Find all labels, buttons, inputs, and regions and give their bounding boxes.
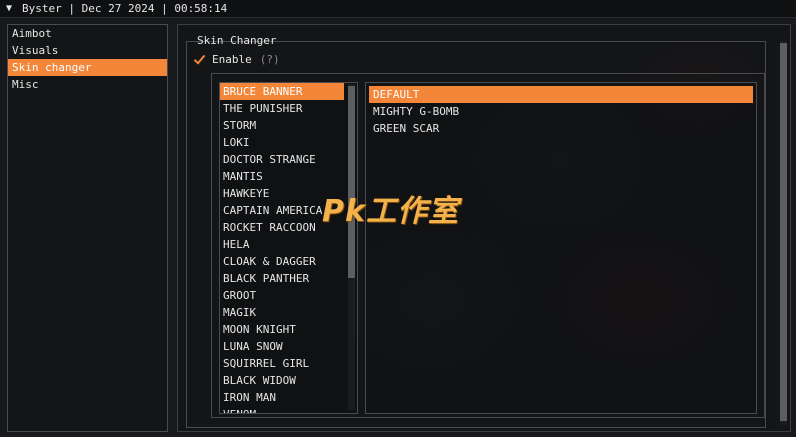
hero-list-scroll-thumb[interactable] — [348, 86, 355, 278]
hero-list-item[interactable]: MOON KNIGHT — [220, 321, 357, 338]
hero-list[interactable]: BRUCE BANNER THE PUNISHER STORM LOKI DOCTOR … — [219, 82, 358, 414]
sidebar-item-skin-changer[interactable]: Skin changer — [8, 59, 167, 76]
skin-list-item[interactable]: GREEN SCAR — [369, 120, 753, 137]
hero-list-item[interactable]: HELA — [220, 236, 357, 253]
hero-list-item[interactable]: GROOT — [220, 287, 357, 304]
hero-list-item[interactable]: VENOM — [220, 406, 357, 413]
hero-list-item[interactable]: LUNA SNOW — [220, 338, 357, 355]
sidebar-nav: Aimbot Visuals Skin changer Misc — [7, 24, 168, 432]
help-tooltip-marker[interactable]: (?) — [260, 53, 280, 66]
collapse-triangle-icon[interactable]: ▼ — [6, 3, 16, 14]
hero-list-item[interactable]: MAGIK — [220, 304, 357, 321]
skin-list[interactable]: DEFAULT MIGHTY G-BOMB GREEN SCAR — [365, 82, 757, 414]
skin-list-item[interactable]: MIGHTY G-BOMB — [369, 103, 753, 120]
hero-list-item[interactable]: BLACK WIDOW — [220, 372, 357, 389]
content-scroll-thumb[interactable] — [780, 43, 787, 421]
hero-list-item[interactable]: CLOAK & DAGGER — [220, 253, 357, 270]
group-title: Skin Changer — [197, 34, 277, 47]
skin-list-item[interactable]: DEFAULT — [369, 86, 753, 103]
hero-list-item[interactable]: BRUCE BANNER — [220, 83, 344, 100]
sidebar-item-visuals[interactable]: Visuals — [8, 42, 167, 59]
hero-list-scrollbar[interactable] — [348, 84, 355, 410]
enable-label[interactable]: Enable — [212, 53, 252, 66]
hero-list-item[interactable]: MANTIS — [220, 168, 357, 185]
watermark-text: Pk工作室 — [322, 194, 459, 229]
hero-list-item[interactable]: STORM — [220, 117, 357, 134]
window-titlebar[interactable]: ▼ Byster | Dec 27 2024 | 00:58:14 — [0, 0, 796, 18]
content-panel: Skin Changer Enable (?) BRUCE BANNER THE … — [177, 24, 791, 432]
hero-list-item[interactable]: THE PUNISHER — [220, 100, 357, 117]
enable-checkbox[interactable] — [193, 53, 206, 66]
content-scrollbar[interactable] — [780, 41, 787, 425]
hero-list-item[interactable]: DOCTOR STRANGE — [220, 151, 357, 168]
hero-list-item[interactable]: BLACK PANTHER — [220, 270, 357, 287]
sidebar-item-aimbot[interactable]: Aimbot — [8, 25, 167, 42]
sidebar-item-misc[interactable]: Misc — [8, 76, 167, 93]
hero-list-item[interactable]: IRON MAN — [220, 389, 357, 406]
enable-row: Enable (?) — [193, 53, 280, 66]
checkmark-icon — [193, 54, 206, 65]
window-title: Byster | Dec 27 2024 | 00:58:14 — [22, 2, 228, 15]
hero-list-item[interactable]: LOKI — [220, 134, 357, 151]
hero-list-item[interactable]: SQUIRREL GIRL — [220, 355, 357, 372]
